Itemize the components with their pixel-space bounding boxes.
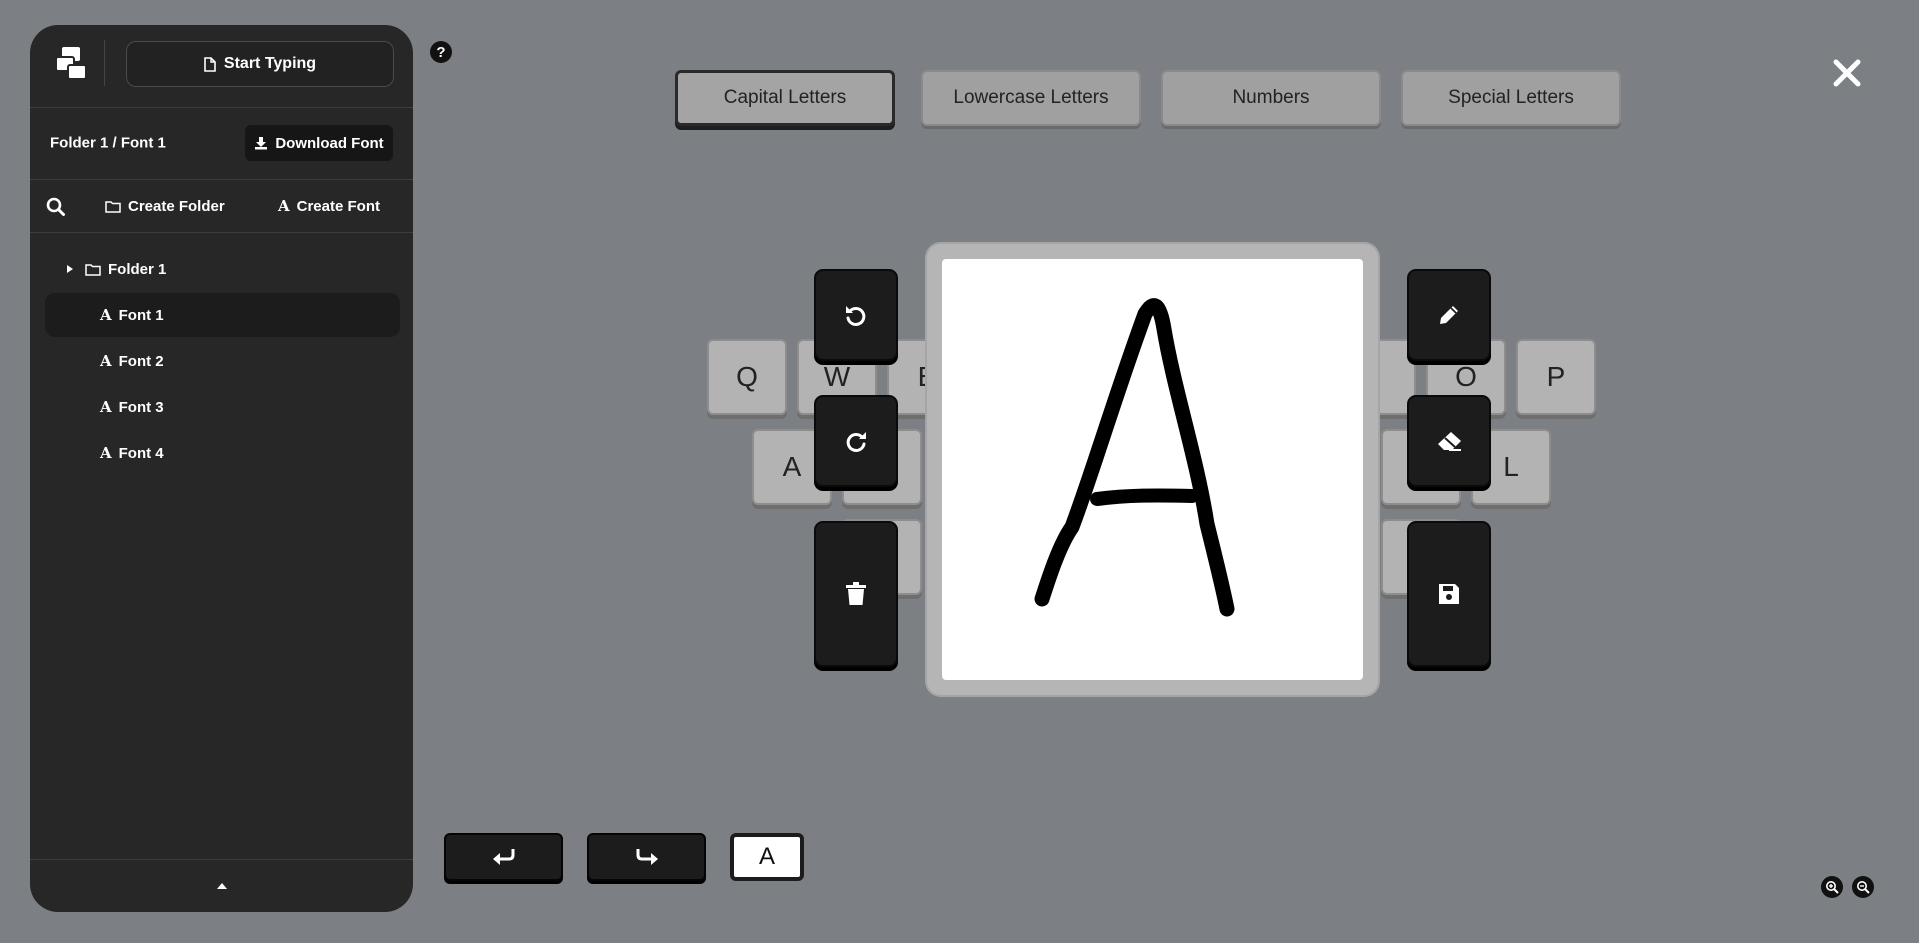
caret-right-icon[interactable] [66, 264, 74, 274]
tree-font-4[interactable]: A Font 4 [100, 431, 164, 475]
zoom-out-button[interactable] [1852, 876, 1874, 898]
tab-special-letters[interactable]: Special Letters [1401, 70, 1621, 126]
folder-icon [85, 263, 101, 276]
current-path: Folder 1 / Font 1 [50, 134, 166, 152]
sidebar-header: Start Typing [30, 25, 413, 100]
eraser-icon [1438, 432, 1461, 451]
font-icon: A [100, 306, 112, 324]
tab-lowercase-letters[interactable]: Lowercase Letters [921, 70, 1141, 126]
trash-icon [846, 582, 866, 605]
font-icon: A [100, 352, 112, 370]
tree-font-1[interactable]: A Font 1 [45, 293, 400, 337]
font-icon: A [278, 197, 290, 215]
tab-capital-letters[interactable]: Capital Letters [675, 70, 895, 126]
current-path-row: Folder 1 / Font 1 Download Font [30, 107, 413, 177]
undo-icon [846, 306, 866, 326]
close-icon[interactable] [1832, 58, 1862, 88]
drawing-canvas[interactable] [942, 259, 1363, 680]
sidebar-toolbar: Create Folder A Create Font [30, 181, 413, 231]
zoom-in-icon [1826, 881, 1839, 894]
key-p[interactable]: P [1516, 339, 1596, 415]
search-icon [46, 197, 65, 216]
tree-font-2[interactable]: A Font 2 [100, 339, 164, 383]
start-typing-label: Start Typing [223, 55, 317, 72]
save-button[interactable] [1407, 521, 1491, 667]
help-button[interactable]: ? [430, 41, 452, 63]
file-icon [204, 56, 216, 72]
divider [30, 232, 413, 233]
redo-stroke-button[interactable] [814, 395, 898, 487]
current-letter-indicator: A [730, 833, 804, 881]
previous-letter-icon [492, 849, 514, 865]
undo-stroke-button[interactable] [814, 269, 898, 361]
create-folder-label: Create Folder [128, 197, 225, 215]
drawn-glyph [1034, 298, 1235, 617]
logo-icon[interactable] [52, 43, 92, 83]
redo-icon [846, 432, 866, 452]
tree-font-label: Font 4 [118, 444, 164, 462]
search-button[interactable] [46, 181, 65, 231]
help-icon: ? [436, 43, 446, 61]
font-icon: A [100, 398, 112, 416]
zoom-out-icon [1857, 881, 1870, 894]
start-typing-button[interactable]: Start Typing [126, 41, 394, 87]
download-font-label: Download Font [275, 134, 384, 152]
divider [30, 179, 413, 180]
save-icon [1439, 584, 1459, 604]
next-letter-button[interactable] [587, 833, 706, 881]
next-letter-icon [636, 849, 658, 865]
tree-folder-1[interactable]: Folder 1 [66, 247, 386, 291]
tree-folder-label: Folder 1 [108, 260, 167, 278]
sidebar: Start Typing Folder 1 / Font 1 Download … [30, 25, 413, 912]
tree-font-label: Font 3 [118, 398, 164, 416]
pencil-icon [1440, 306, 1458, 324]
font-icon: A [100, 444, 112, 462]
zoom-in-button[interactable] [1821, 876, 1843, 898]
create-font-button[interactable]: A Create Font [278, 181, 380, 231]
create-font-label: Create Font [296, 197, 380, 215]
tree-font-label: Font 1 [118, 306, 164, 324]
folder-icon [105, 200, 121, 213]
download-icon [255, 137, 268, 150]
download-font-button[interactable]: Download Font [245, 125, 393, 161]
header-divider [104, 40, 105, 86]
key-q[interactable]: Q [707, 339, 787, 415]
pen-tool-button[interactable] [1407, 269, 1491, 361]
previous-letter-button[interactable] [444, 833, 563, 881]
sidebar-collapse-button[interactable] [30, 860, 413, 912]
create-folder-button[interactable]: Create Folder [105, 181, 225, 231]
delete-button[interactable] [814, 521, 898, 667]
tab-numbers[interactable]: Numbers [1161, 70, 1381, 126]
chevron-up-icon [216, 883, 227, 889]
tree-font-3[interactable]: A Font 3 [100, 385, 164, 429]
eraser-tool-button[interactable] [1407, 395, 1491, 487]
drawing-canvas-frame [927, 244, 1378, 695]
tree-font-label: Font 2 [118, 352, 164, 370]
